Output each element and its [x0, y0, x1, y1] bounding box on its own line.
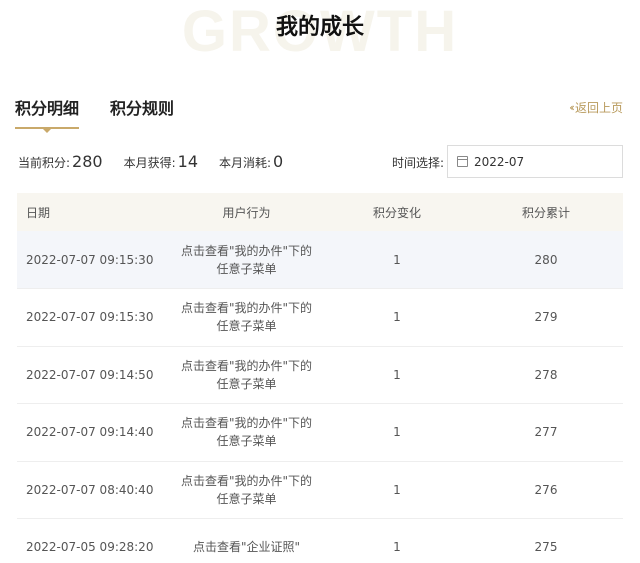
- table-header-row: 日期 用户行为 积分变化 积分累计: [17, 193, 623, 231]
- row-date: 2022-07-07 08:40:40: [17, 461, 168, 519]
- tab-bar: 积分明细 积分规则: [15, 95, 205, 129]
- row-date: 2022-07-07 09:15:30: [17, 289, 168, 347]
- table-row: 2022-07-07 08:40:40 点击查看"我的办件"下的任意子菜单 1 …: [17, 461, 623, 519]
- table-row: 2022-07-05 09:28:20 点击查看"企业证照" 1 275: [17, 519, 623, 563]
- row-total: 276: [469, 461, 623, 519]
- row-total: 277: [469, 404, 623, 462]
- table-row: 2022-07-07 09:15:30 点击查看"我的办件"下的任意子菜单 1 …: [17, 289, 623, 347]
- row-change: 1: [325, 346, 469, 404]
- tab-points-detail[interactable]: 积分明细: [15, 95, 79, 129]
- row-date: 2022-07-05 09:28:20: [17, 519, 168, 563]
- table-row: 2022-07-07 09:14:40 点击查看"我的办件"下的任意子菜单 1 …: [17, 404, 623, 462]
- calendar-icon: [457, 156, 468, 167]
- monthly-spent-label: 本月消耗:: [219, 154, 271, 171]
- row-change: 1: [325, 519, 469, 563]
- double-chevron-left-icon: ‹‹: [569, 101, 572, 114]
- back-link[interactable]: ‹‹ 返回上页: [569, 99, 623, 116]
- row-action: 点击查看"我的办件"下的任意子菜单: [180, 357, 314, 393]
- row-change: 1: [325, 461, 469, 519]
- back-link-label: 返回上页: [575, 99, 623, 116]
- row-action: 点击查看"我的办件"下的任意子菜单: [180, 472, 314, 508]
- row-change: 1: [325, 231, 469, 289]
- row-action: 点击查看"我的办件"下的任意子菜单: [180, 414, 314, 450]
- month-picker[interactable]: 2022-07: [447, 145, 623, 178]
- row-date: 2022-07-07 09:14:50: [17, 346, 168, 404]
- row-action: 点击查看"我的办件"下的任意子菜单: [180, 242, 314, 278]
- monthly-earned-label: 本月获得:: [124, 154, 176, 171]
- header-change: 积分变化: [325, 193, 469, 231]
- row-date: 2022-07-07 09:14:40: [17, 404, 168, 462]
- tab-points-rules[interactable]: 积分规则: [110, 95, 174, 129]
- month-picker-value: 2022-07: [474, 155, 524, 169]
- header-date: 日期: [17, 193, 168, 231]
- table-row: 2022-07-07 09:14:50 点击查看"我的办件"下的任意子菜单 1 …: [17, 346, 623, 404]
- row-date: 2022-07-07 09:15:30: [17, 231, 168, 289]
- row-change: 1: [325, 404, 469, 462]
- row-action: 点击查看"企业证照": [180, 538, 314, 556]
- current-points-label: 当前积分:: [18, 154, 70, 171]
- table-row: 2022-07-07 09:15:30 点击查看"我的办件"下的任意子菜单 1 …: [17, 231, 623, 289]
- time-filter-label: 时间选择:: [392, 154, 444, 171]
- header-total: 积分累计: [469, 193, 623, 231]
- row-total: 275: [469, 519, 623, 563]
- row-total: 280: [469, 231, 623, 289]
- monthly-spent-value: 0: [273, 152, 283, 171]
- header-action: 用户行为: [168, 193, 325, 231]
- row-action: 点击查看"我的办件"下的任意子菜单: [180, 299, 314, 335]
- row-total: 278: [469, 346, 623, 404]
- monthly-spent: 本月消耗: 0: [219, 152, 283, 171]
- current-points-value: 280: [72, 152, 103, 171]
- row-change: 1: [325, 289, 469, 347]
- page-title: 我的成长: [0, 9, 640, 41]
- points-table: 日期 用户行为 积分变化 积分累计 2022-07-07 09:15:30 点击…: [17, 193, 623, 563]
- points-summary: 当前积分: 280 本月获得: 14 本月消耗: 0: [18, 152, 304, 171]
- monthly-earned-value: 14: [178, 152, 198, 171]
- current-points: 当前积分: 280: [18, 152, 103, 171]
- row-total: 279: [469, 289, 623, 347]
- monthly-earned: 本月获得: 14: [124, 152, 198, 171]
